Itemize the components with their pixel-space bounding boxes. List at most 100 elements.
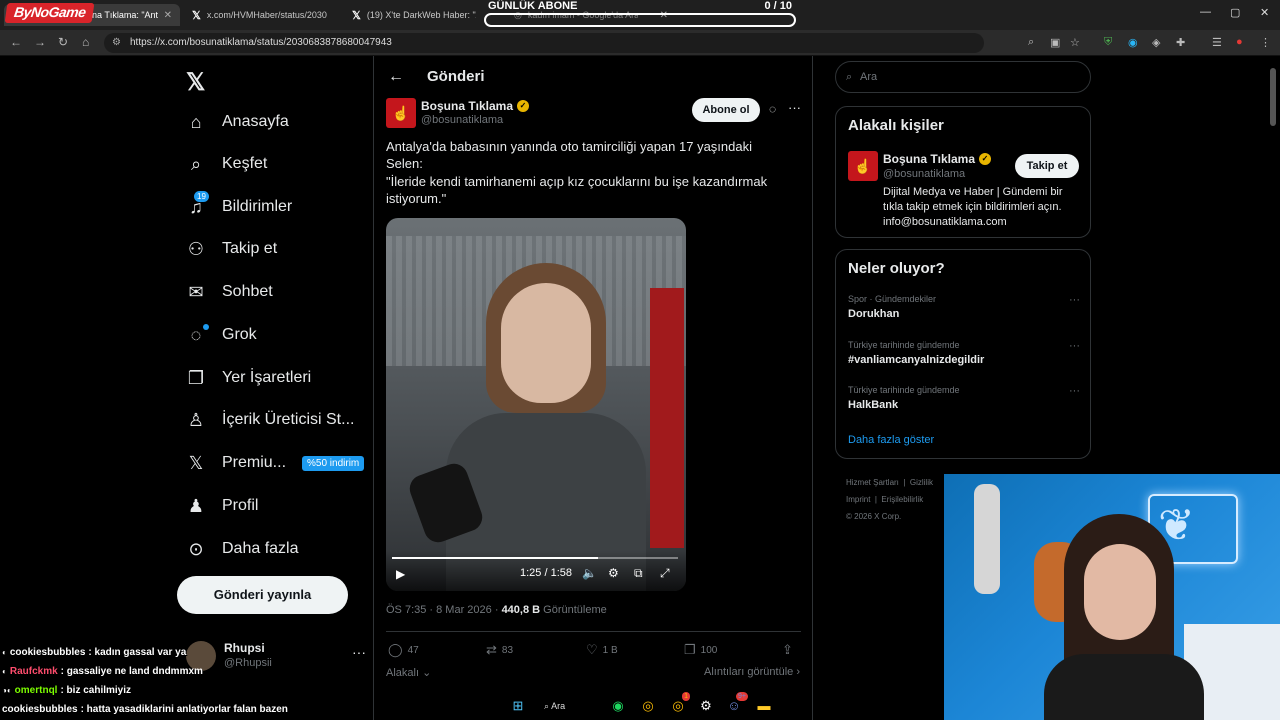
trend-name: HalkBank (848, 399, 899, 411)
account-switcher[interactable]: Rhupsi @Rhupsii ··· (186, 638, 366, 678)
nav-bookmarks[interactable]: ❐ Yer İşaretleri (186, 360, 311, 396)
close-window-button[interactable]: ✕ (1260, 6, 1269, 19)
nav-explore[interactable]: ⌕ Keşfet (186, 146, 267, 182)
folder-icon[interactable]: ▬ (754, 696, 774, 716)
nav-label: Keşfet (222, 155, 268, 172)
profile-avatar-icon[interactable]: ● (1236, 36, 1243, 48)
view-label: Görüntüleme (540, 604, 607, 616)
repost-button[interactable]: ⇄ 83 (486, 642, 513, 658)
bell-icon: ♫ 19 (186, 190, 209, 218)
zoom-icon[interactable]: ⌕ (1028, 36, 1034, 49)
close-icon[interactable]: ✕ (164, 10, 172, 21)
maximize-button[interactable]: ▢ (1230, 6, 1240, 19)
nav-home[interactable]: ⌂ Anasayfa (186, 104, 289, 140)
trend-item[interactable]: Spor · Gündemdekiler Dorukhan ··· (848, 294, 1080, 330)
cast-icon[interactable]: ▣ (1050, 36, 1060, 49)
volume-icon[interactable]: 🔈 (582, 566, 597, 580)
play-icon[interactable]: ▶ (396, 567, 405, 581)
fullscreen-icon[interactable]: ⤢ (660, 566, 670, 581)
home-button-icon[interactable]: ⌂ (82, 35, 89, 49)
nav-grok[interactable]: ◌ Grok (186, 317, 257, 353)
footer-link[interactable]: Hizmet Şartları (846, 478, 899, 487)
more-dots-icon[interactable]: ··· (1069, 385, 1080, 397)
post-button[interactable]: Gönderi yayınla (177, 576, 348, 614)
grok-explain-icon[interactable]: ◌ (769, 102, 776, 116)
subscribe-button[interactable]: Abone ol (692, 98, 760, 122)
browser-tab[interactable]: 𝕏 (19) X'te DarkWeb Haber: "ABD (344, 4, 484, 26)
bookmark-star-icon[interactable]: ☆ (1070, 36, 1080, 49)
tab-search-icon[interactable]: ☰ (1212, 36, 1222, 49)
author-handle[interactable]: @bosunatiklama (421, 114, 503, 126)
back-arrow-icon[interactable]: ← (388, 68, 404, 86)
browser-menu-icon[interactable]: ⋮ (1260, 36, 1271, 49)
scrollbar[interactable] (1270, 68, 1276, 126)
spotify-icon[interactable]: ◉ (608, 696, 628, 716)
puzzle-icon[interactable]: ✚ (1176, 36, 1185, 49)
post-timestamp[interactable]: ÖS 7:35 · 8 Mar 2026 · (386, 604, 502, 616)
copyright: © 2026 X Corp. (846, 512, 902, 521)
author-name[interactable]: Boşuna Tıklama ✓ (421, 99, 530, 113)
trend-name: Dorukhan (848, 308, 900, 320)
more-dots-icon[interactable]: ··· (1069, 294, 1080, 306)
author-avatar[interactable]: ☝ (386, 98, 416, 128)
pip-icon[interactable]: ⧉ (634, 566, 643, 581)
nav-more[interactable]: ⊙ Daha fazla (186, 531, 298, 567)
reply-button[interactable]: ◯ 47 (388, 642, 419, 658)
nav-notifications[interactable]: ♫ 19 Bildirimler (186, 189, 292, 225)
related-person-handle[interactable]: @bosunatiklama (883, 168, 965, 180)
taskbar-search[interactable]: ⌕ Ara (544, 696, 594, 716)
forward-icon[interactable]: → (34, 35, 46, 49)
footer-link[interactable]: Erişilebilirlik (881, 495, 923, 504)
trend-item[interactable]: Türkiye tarihinde gündemde HalkBank ··· (848, 385, 1080, 421)
reload-icon[interactable]: ↻ (58, 35, 68, 49)
url-input[interactable]: ⚙ https://x.com/bosunatiklama/status/203… (104, 33, 984, 53)
related-person-avatar[interactable]: ☝ (848, 151, 878, 181)
like-button[interactable]: ♡ 1 B (586, 642, 618, 658)
video-player[interactable]: ▶ 1:25 / 1:58 🔈 ⚙ ⧉ ⤢ (386, 218, 686, 591)
more-dots-icon[interactable]: ··· (1069, 340, 1080, 352)
trend-name: #vanliamcanyalnizdegildir (848, 354, 985, 366)
nav-label: İçerik Üreticisi St... (222, 411, 355, 428)
share-button[interactable]: ⇪ (782, 642, 793, 658)
nav-messages[interactable]: ✉ Sohbet (186, 274, 272, 310)
bookmark-button[interactable]: ❐ 100 (684, 642, 717, 658)
shield-extension-icon[interactable]: ⛨ (1104, 36, 1112, 49)
related-person-bio: Dijital Medya ve Haber | Gündemi bir tık… (883, 186, 1063, 228)
chrome-icon[interactable]: ◎ (638, 696, 658, 716)
settings-icon[interactable]: ⚙ (608, 566, 619, 580)
video-frame-subject (446, 263, 646, 591)
nav-premium[interactable]: 𝕏 Premiu... %50 indirim (186, 445, 365, 481)
browser-tab[interactable]: 𝕏 x.com/HVMHaber/status/2030 (184, 4, 344, 26)
app-icon[interactable]: ⚙ (696, 696, 716, 716)
nav-follow[interactable]: ⚇ Takip et (186, 231, 277, 267)
chrome-icon[interactable]: ◎ 1 (668, 692, 690, 716)
footer-link[interactable]: Gizlilik (910, 478, 933, 487)
extension-icon[interactable]: ◈ (1152, 36, 1160, 49)
extension-icon[interactable]: ◉ (1128, 36, 1138, 49)
back-icon[interactable]: ← (10, 35, 22, 49)
related-person-name[interactable]: Boşuna Tıklama ✓ (883, 152, 992, 166)
premium-discount-tag: %50 indirim (302, 455, 365, 471)
site-info-icon[interactable]: ⚙ (112, 33, 121, 53)
more-dots-icon[interactable]: ··· (788, 100, 801, 115)
show-more-link[interactable]: Daha fazla göster (848, 434, 934, 446)
discord-icon[interactable]: ☺ 9+ (724, 692, 748, 716)
follow-button[interactable]: Takip et (1015, 154, 1079, 178)
home-icon: ⌂ (190, 111, 202, 132)
view-quotes-link[interactable]: Alıntıları görüntüle › (704, 666, 800, 678)
nav-label: Yer İşaretleri (222, 369, 312, 386)
related-sort-button[interactable]: Alakalı ⌄ (386, 667, 431, 679)
trend-item[interactable]: Türkiye tarihinde gündemde #vanliamcanya… (848, 340, 1080, 376)
nav-profile[interactable]: ♟ Profil (186, 488, 259, 524)
url-text: https://x.com/bosunatiklama/status/20306… (130, 37, 392, 48)
nav-creator-studio[interactable]: ♙ İçerik Üreticisi St... (186, 402, 355, 438)
x-logo-icon[interactable]: 𝕏 (186, 68, 205, 97)
footer-link[interactable]: Imprint (846, 495, 870, 504)
windows-start-icon[interactable]: ⊞ (508, 696, 528, 716)
video-progress-bar[interactable] (392, 557, 678, 559)
search-input[interactable]: ⌕ Ara (835, 61, 1091, 93)
more-dots-icon[interactable]: ··· (352, 644, 366, 660)
chat-badge-icon: ◐ (2, 647, 7, 657)
streamer-logo: ByNoGame (4, 3, 95, 23)
minimize-button[interactable]: — (1200, 6, 1211, 18)
